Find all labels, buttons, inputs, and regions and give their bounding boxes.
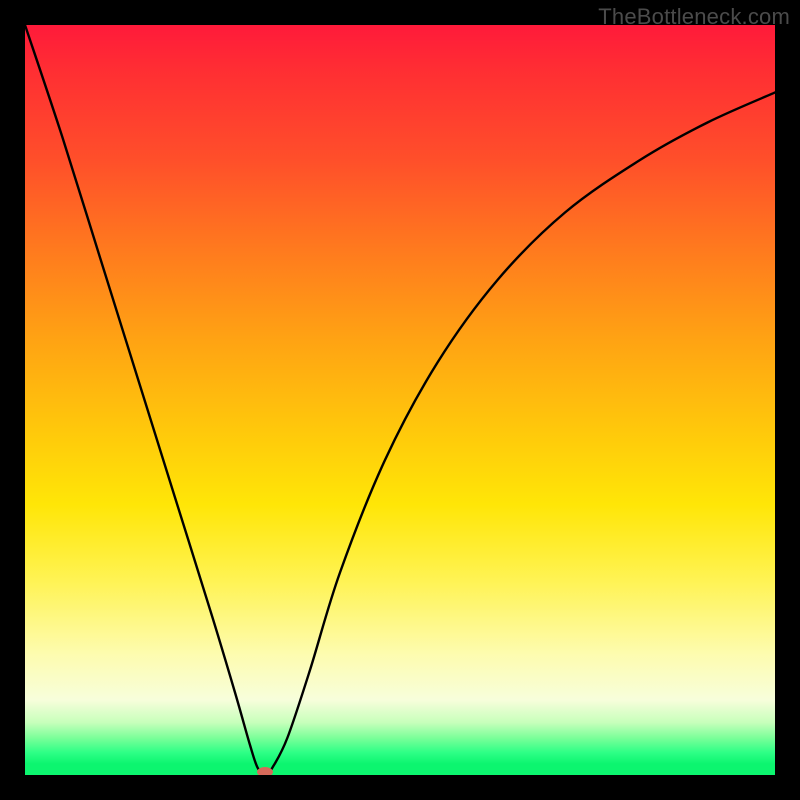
plot-area xyxy=(25,25,775,775)
chart-frame: TheBottleneck.com xyxy=(0,0,800,800)
curve-layer xyxy=(25,25,775,775)
minimum-marker xyxy=(257,767,273,775)
watermark-text: TheBottleneck.com xyxy=(598,4,790,30)
bottleneck-curve xyxy=(25,25,775,775)
